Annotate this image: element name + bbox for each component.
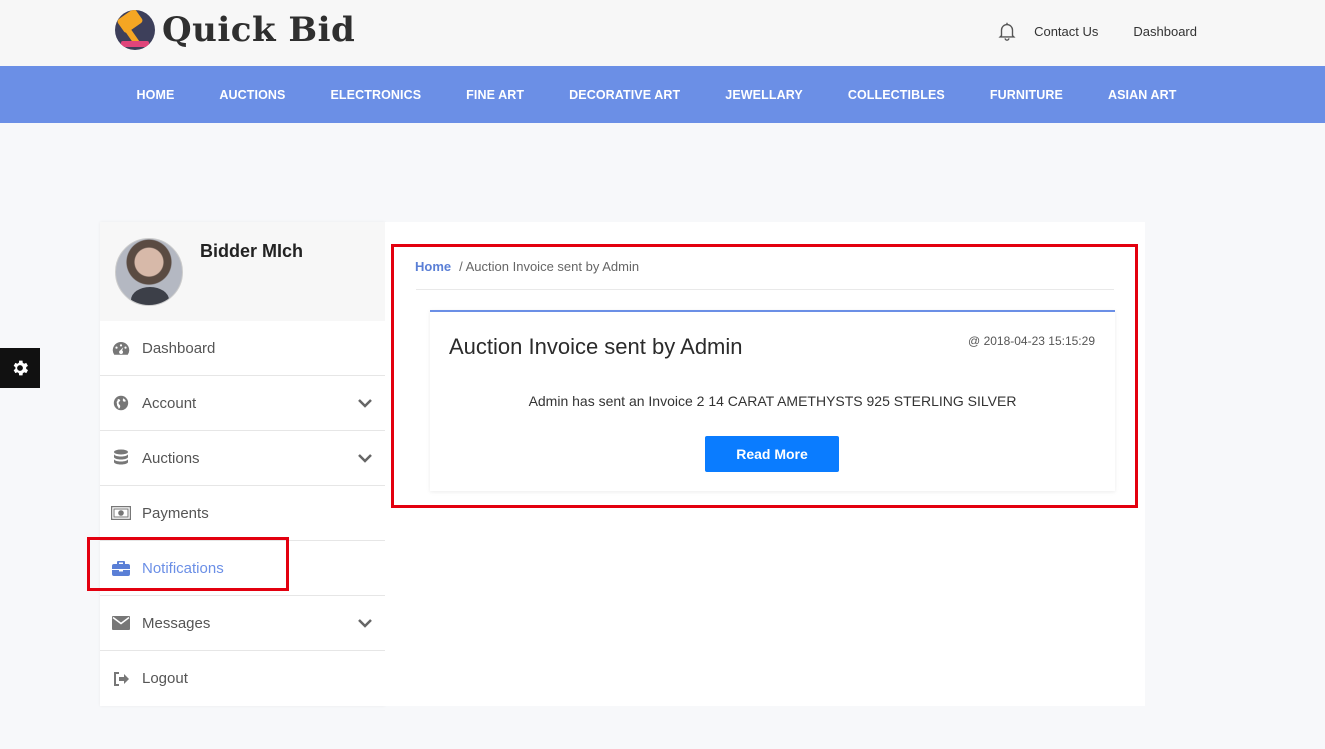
notification-body: Admin has sent an Invoice 2 14 CARAT AME… (528, 393, 1017, 409)
chevron-down-icon[interactable] (357, 615, 373, 631)
sidebar-item-label: Account (142, 394, 197, 412)
breadcrumb: Home / Auction Invoice sent by Admin (415, 259, 639, 274)
notification-panel: Home / Auction Invoice sent by Admin Auct… (385, 222, 1145, 706)
avatar (115, 238, 183, 306)
sidebar-item-label: Notifications (142, 559, 224, 577)
contact-us-link[interactable]: Contact Us (1034, 24, 1098, 39)
account-sidebar: Bidder MIch Dashboard Account Auctions P… (100, 222, 385, 706)
logout-icon (111, 670, 131, 688)
sidebar-item-label: Dashboard (142, 339, 216, 357)
dashboard-icon (111, 339, 131, 357)
briefcase-icon (111, 559, 131, 577)
envelope-icon (111, 614, 131, 632)
bell-icon[interactable] (996, 20, 1018, 42)
sidebar-item-label: Messages (142, 614, 211, 632)
breadcrumb-current: / Auction Invoice sent by Admin (459, 259, 640, 274)
notification-title: Auction Invoice sent by Admin (449, 334, 743, 359)
auction-hammer-icon (115, 10, 155, 50)
logo[interactable]: Quick Bid (115, 10, 355, 50)
nav-jewellary[interactable]: JEWELLARY (703, 88, 826, 102)
breadcrumb-home-link[interactable]: Home (415, 259, 451, 274)
gear-icon (13, 360, 28, 376)
sidebar-item-payments[interactable]: Payments (100, 486, 385, 541)
sidebar-item-logout[interactable]: Logout (100, 651, 385, 706)
top-bar: Quick Bid Contact Us Dashboard (0, 0, 1325, 66)
main-nav: HOME AUCTIONS ELECTRONICS FINE ART DECOR… (0, 66, 1325, 123)
chevron-down-icon[interactable] (357, 450, 373, 466)
nav-collectibles[interactable]: COLLECTIBLES (825, 88, 967, 102)
chevron-down-icon[interactable] (357, 395, 373, 411)
brand-name: Quick Bid (162, 10, 356, 50)
sidebar-item-label: Auctions (142, 449, 200, 467)
sidebar-item-label: Payments (142, 504, 209, 522)
nav-fine-art[interactable]: FINE ART (444, 88, 547, 102)
sidebar-item-label: Logout (142, 670, 188, 687)
nav-home[interactable]: HOME (114, 88, 197, 102)
nav-furniture[interactable]: FURNITURE (967, 88, 1085, 102)
sidebar-item-messages[interactable]: Messages (100, 596, 385, 651)
notification-date: @ 2018-04-23 15:15:29 (968, 334, 1095, 348)
globe-icon (111, 394, 131, 412)
sidebar-item-notifications[interactable]: Notifications (100, 541, 385, 596)
settings-toggle[interactable] (0, 348, 40, 388)
read-more-button[interactable]: Read More (705, 436, 839, 472)
notification-card: Auction Invoice sent by Admin @ 2018-04-… (430, 310, 1115, 491)
nav-electronics[interactable]: ELECTRONICS (308, 88, 444, 102)
nav-asian-art[interactable]: ASIAN ART (1085, 88, 1199, 102)
profile-header: Bidder MIch (100, 222, 385, 321)
divider (416, 289, 1114, 290)
sidebar-item-account[interactable]: Account (100, 376, 385, 431)
database-icon (111, 449, 131, 467)
sidebar-item-dashboard[interactable]: Dashboard (100, 321, 385, 376)
top-links: Contact Us Dashboard (996, 20, 1197, 42)
money-icon (111, 504, 131, 522)
username: Bidder MIch (200, 241, 304, 261)
sidebar-item-auctions[interactable]: Auctions (100, 431, 385, 486)
nav-decorative-art[interactable]: DECORATIVE ART (547, 88, 703, 102)
dashboard-link[interactable]: Dashboard (1133, 24, 1197, 39)
nav-auctions[interactable]: AUCTIONS (197, 88, 308, 102)
